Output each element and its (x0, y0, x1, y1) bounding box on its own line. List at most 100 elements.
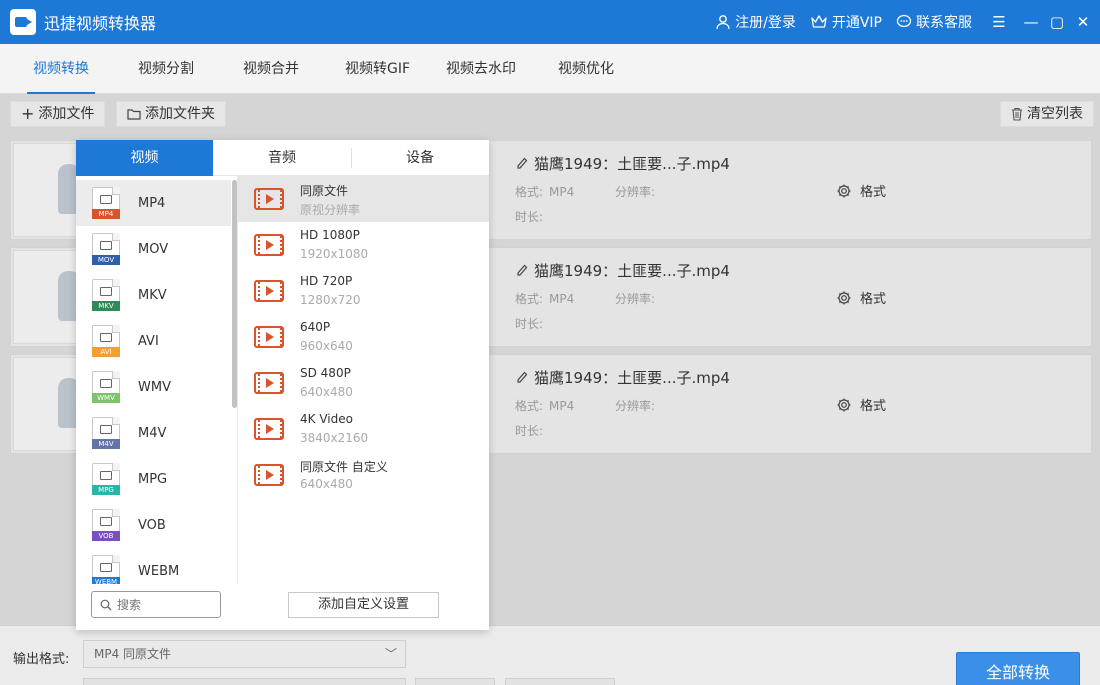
preset-item[interactable]: HD 720P 1280x720 (238, 268, 489, 314)
format-item-vob[interactable]: VOB VOB (76, 502, 231, 548)
preset-item[interactable]: HD 1080P 1920x1080 (238, 222, 489, 268)
output-path-field[interactable] (83, 678, 406, 685)
format-item-m4v[interactable]: M4V M4V (76, 410, 231, 456)
resolution-meta: 分辨率: (615, 399, 656, 413)
preset-name: 同原文件 (300, 184, 349, 198)
open-folder-button[interactable] (505, 678, 615, 685)
preset-resolution: 640x480 (300, 477, 353, 491)
tab-video-optimize[interactable]: 视频优化 (558, 44, 614, 94)
add-folder-button[interactable]: 添加文件夹 (116, 101, 226, 127)
duration-meta: 时长: (515, 317, 544, 331)
bottom-bar: 输出格式: MP4 同原文件 ﹀ 全部转换 (0, 625, 1100, 685)
clear-list-label: 清空列表 (1027, 106, 1083, 122)
close-button[interactable]: ✕ (1070, 13, 1096, 31)
preset-resolution: 640x480 (300, 385, 353, 399)
convert-all-button[interactable]: 全部转换 (956, 652, 1080, 685)
add-file-button[interactable]: + 添加文件 (10, 101, 106, 127)
format-item-mpg[interactable]: MPG MPG (76, 456, 231, 502)
menu-button[interactable]: ☰ (986, 13, 1012, 31)
output-format-label: 输出格式: (13, 652, 70, 667)
format-name: AVI (138, 333, 159, 349)
maximize-button[interactable]: ▢ (1044, 13, 1070, 31)
format-search-input[interactable] (117, 597, 217, 612)
format-item-wmv[interactable]: WMV WMV (76, 364, 231, 410)
chat-icon (896, 14, 912, 28)
panel-tab-bar: 视频 音频 设备 (76, 140, 489, 176)
login-label: 注册/登录 (735, 15, 796, 31)
gear-icon (837, 398, 851, 411)
app-title: 迅捷视频转换器 (44, 14, 157, 33)
tab-remove-watermark[interactable]: 视频去水印 (446, 44, 516, 94)
format-item-mp4[interactable]: MP4 MP4 (76, 180, 231, 226)
trash-icon (1012, 107, 1022, 121)
search-icon (100, 599, 112, 610)
preset-item[interactable]: SD 480P 640x480 (238, 360, 489, 406)
service-label: 联系客服 (916, 15, 972, 31)
format-item-webm[interactable]: WEBM WEBM (76, 548, 231, 584)
preset-item[interactable]: 同原文件 原视分辨率 (238, 176, 489, 222)
tab-video-merge[interactable]: 视频合并 (243, 44, 299, 94)
vip-button[interactable]: 开通VIP (810, 12, 882, 32)
clear-list-button[interactable]: 清空列表 (1000, 101, 1094, 127)
main-tab-bar: 视频转换 视频分割 视频合并 视频转GIF 视频去水印 视频优化 (0, 44, 1100, 94)
app-logo-icon (10, 9, 36, 35)
format-item-avi[interactable]: AVI AVI (76, 318, 231, 364)
service-button[interactable]: 联系客服 (896, 12, 972, 32)
format-settings-label: 格式 (860, 185, 887, 200)
edit-icon[interactable] (516, 371, 528, 385)
format-meta: 格式: MP4 (515, 399, 575, 413)
output-format-select[interactable]: MP4 同原文件 ﹀ (83, 640, 406, 668)
preset-item[interactable]: 640P 960x640 (238, 314, 489, 360)
folder-icon (127, 109, 141, 120)
preset-item[interactable]: 4K Video 3840x2160 (238, 406, 489, 452)
format-name: MPG (138, 471, 168, 487)
format-item-mkv[interactable]: MKV MKV (76, 272, 231, 318)
preset-name: 同原文件 自定义 (300, 460, 388, 474)
tab-video-to-gif[interactable]: 视频转GIF (345, 44, 410, 94)
resolution-meta: 分辨率: (615, 185, 656, 199)
panel-tab-audio[interactable]: 音频 (213, 140, 351, 176)
film-icon (254, 234, 284, 256)
file-name-text: 猫鹰1949：土匪要...子.mp4 (534, 262, 730, 280)
minimize-button[interactable]: — (1018, 13, 1044, 31)
video-file-icon: VOB (92, 509, 120, 541)
preset-name: HD 1080P (300, 228, 360, 242)
format-settings-button[interactable]: 格式 (836, 395, 886, 414)
film-icon (254, 464, 284, 486)
format-settings-button[interactable]: 格式 (836, 288, 886, 307)
format-item-mov[interactable]: MOV MOV (76, 226, 231, 272)
format-list-scrollbar[interactable] (232, 180, 237, 408)
gear-icon (837, 184, 851, 197)
file-name: 猫鹰1949：土匪要...子.mp4 (516, 367, 730, 388)
format-meta: 格式: MP4 (515, 185, 575, 199)
file-name-text: 猫鹰1949：土匪要...子.mp4 (534, 155, 730, 173)
login-button[interactable]: 注册/登录 (715, 12, 796, 32)
format-name: WEBM (138, 563, 180, 579)
format-settings-button[interactable]: 格式 (836, 181, 886, 200)
format-dropdown-panel: 视频 音频 设备 MP4 MP4 MOV MOV MKV MKV AVI AVI WMV WMV M… (76, 140, 489, 630)
panel-tab-video[interactable]: 视频 (76, 140, 213, 176)
format-meta: 格式: MP4 (515, 292, 575, 306)
video-file-icon: MKV (92, 279, 120, 311)
change-path-button[interactable] (415, 678, 495, 685)
panel-tab-device[interactable]: 设备 (351, 140, 489, 176)
file-name: 猫鹰1949：土匪要...子.mp4 (516, 153, 730, 174)
tab-video-split[interactable]: 视频分割 (138, 44, 194, 94)
format-search-box[interactable] (91, 591, 221, 618)
edit-icon[interactable] (516, 264, 528, 278)
video-file-icon: MP4 (92, 187, 120, 219)
format-name: VOB (138, 517, 166, 533)
tab-video-convert[interactable]: 视频转换 (27, 44, 95, 94)
title-bar: 迅捷视频转换器 注册/登录 开通VIP 联系客服 ☰ — ▢ ✕ (0, 0, 1100, 44)
preset-resolution: 3840x2160 (300, 431, 369, 445)
add-custom-setting-button[interactable]: 添加自定义设置 (288, 592, 439, 618)
preset-name: 640P (300, 320, 331, 334)
edit-icon[interactable] (516, 157, 528, 171)
format-name: M4V (138, 425, 167, 441)
film-icon (254, 372, 284, 394)
plus-icon: + (21, 104, 35, 123)
user-icon (716, 15, 730, 30)
format-name: WMV (138, 379, 171, 395)
preset-item[interactable]: 同原文件 自定义 640x480 (238, 452, 489, 498)
format-settings-label: 格式 (860, 399, 887, 414)
